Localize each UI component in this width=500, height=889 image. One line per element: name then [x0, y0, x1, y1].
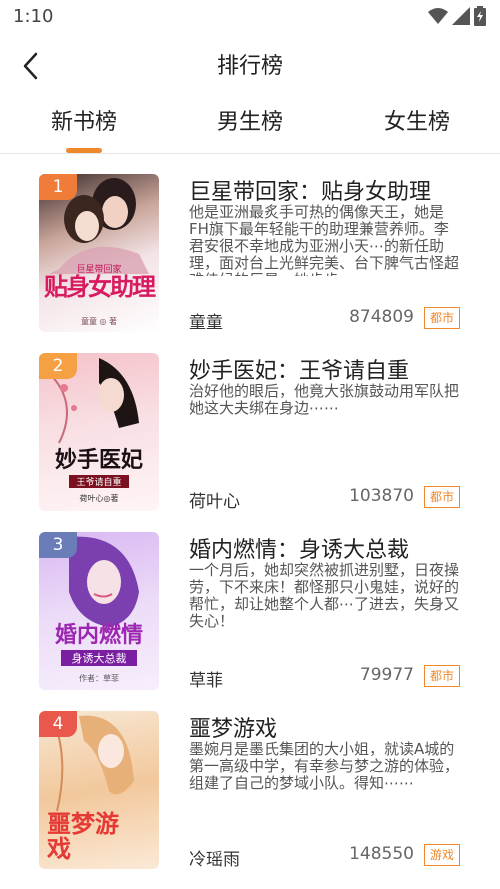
cover-author: 童童 ◎ 著 [80, 317, 118, 326]
book-list-item[interactable]: 3 婚内燃情 身诱大总裁 作者：草菲 婚内燃情：身诱大总裁 一个月后，她却突然被… [0, 532, 500, 710]
book-author: 童童 [189, 313, 223, 333]
book-cover: 3 婚内燃情 身诱大总裁 作者：草菲 [39, 532, 159, 690]
cover-title: 贴身女助理 [44, 272, 156, 301]
book-count: 874809 [349, 307, 414, 327]
cover-author: 荷叶心◎著 [79, 494, 119, 503]
battery-icon [474, 6, 486, 26]
book-count: 103870 [349, 486, 414, 506]
book-description: 一个月后，她却突然被抓进别墅，日夜操劳，下不来床！都怪那只小鬼娃，说好的帮忙，却… [189, 562, 460, 630]
status-time: 1:10 [13, 6, 54, 27]
book-genre-tag[interactable]: 都市 [424, 486, 460, 508]
book-author: 荷叶心 [189, 492, 240, 512]
cover-author: 作者：草菲 [79, 674, 119, 683]
tab-male[interactable]: 男生榜 [190, 104, 310, 136]
book-genre-tag[interactable]: 都市 [424, 665, 460, 687]
signal-icon [452, 7, 470, 25]
book-title: 婚内燃情：身诱大总裁 [189, 538, 410, 563]
book-count: 79977 [359, 665, 414, 685]
book-list-item[interactable]: 2 妙手医妃 王爷请自重 荷叶心◎著 妙手医妃：王爷请自重 治好他的眼后，他竟大… [0, 353, 500, 531]
book-genre-tag[interactable]: 游戏 [424, 844, 460, 866]
nav-bar: 排行榜 [0, 34, 500, 94]
rank-badge: 2 [39, 353, 77, 379]
rank-badge: 1 [39, 174, 77, 200]
book-list-item[interactable]: 1 巨星带回家 贴身女助理 童童 ◎ 著 巨星带回家：贴身女助理 他是亚洲最炙手… [0, 174, 500, 352]
status-icons [428, 6, 486, 26]
book-title: 噩梦游戏 [189, 717, 278, 742]
tab-new-books[interactable]: 新书榜 [24, 104, 144, 136]
cover-title: 婚内燃情 [54, 622, 143, 648]
book-genre-tag[interactable]: 都市 [424, 307, 460, 329]
cover-title: 妙手医妃 [54, 447, 143, 473]
book-cover: 4 噩梦游戏 [39, 711, 159, 869]
book-description: 他是亚洲最炙手可热的偶像天王，她是FH旗下最年轻能干的助理兼营养师。李君安很不幸… [189, 204, 460, 276]
book-title: 巨星带回家：贴身女助理 [189, 180, 432, 205]
book-description: 墨婉月是墨氏集团的大小姐，就读A城的第一高级中学，有幸参与梦之游的体验，组建了自… [189, 741, 460, 792]
wifi-icon [428, 8, 448, 24]
book-title: 妙手医妃：王爷请自重 [189, 359, 410, 384]
tab-female[interactable]: 女生榜 [357, 104, 477, 136]
book-list-item[interactable]: 4 噩梦游戏 噩梦游戏 墨婉月是墨氏集团的大小姐，就读A城的第一高级中学，有幸参… [0, 711, 500, 889]
rank-badge: 4 [39, 711, 77, 737]
cover-title: 噩梦游戏 [47, 809, 119, 864]
book-cover: 2 妙手医妃 王爷请自重 荷叶心◎著 [39, 353, 159, 511]
book-count: 148550 [349, 844, 414, 864]
status-bar: 1:10 [0, 0, 500, 34]
tab-bar: 新书榜 男生榜 女生榜 [0, 96, 500, 154]
page-title: 排行榜 [216, 54, 283, 79]
book-cover: 1 巨星带回家 贴身女助理 童童 ◎ 著 [39, 174, 159, 332]
cover-subtitle: 身诱大总裁 [61, 650, 137, 666]
book-author: 冷瑶雨 [189, 850, 240, 870]
tab-active-indicator [66, 148, 102, 153]
cover-subtitle: 王爷请自重 [69, 475, 129, 488]
book-author: 草菲 [189, 671, 223, 691]
rank-badge: 3 [39, 532, 77, 558]
book-description: 治好他的眼后，他竟大张旗鼓动用军队把她这大夫绑在身边⋯⋯ [189, 383, 460, 417]
